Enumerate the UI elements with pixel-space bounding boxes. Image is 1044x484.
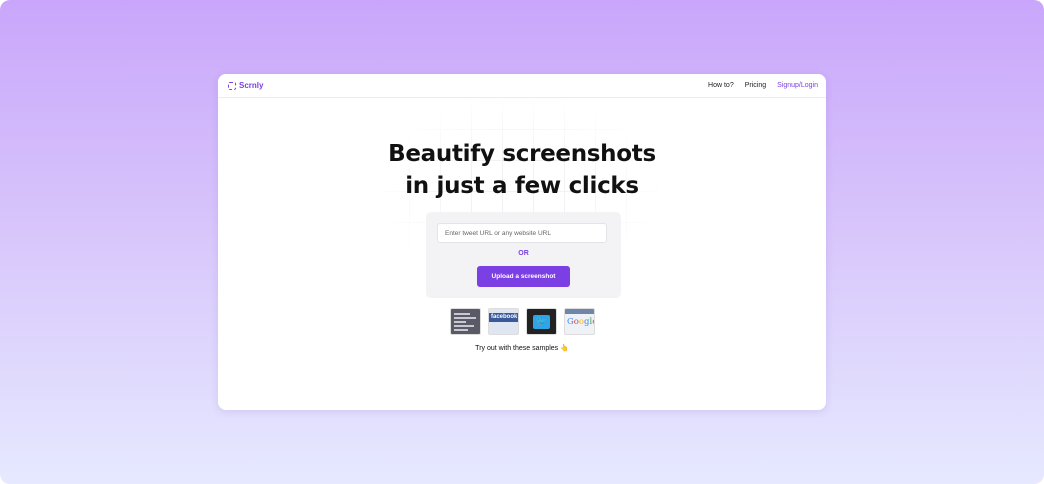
- sample-facebook-thumbnail[interactable]: facebook: [488, 308, 519, 335]
- top-nav: Scrnly How to? Pricing Signup/Login: [218, 74, 826, 98]
- sample-twitter-thumbnail[interactable]: 🐦: [526, 308, 557, 335]
- or-divider: OR: [518, 250, 529, 257]
- input-panel: Enter tweet URL or any website URL OR Up…: [426, 212, 621, 298]
- twitter-sample-icon: 🐦: [533, 314, 550, 329]
- google-sample-icon: Google: [567, 317, 594, 327]
- logo[interactable]: Scrnly: [228, 81, 263, 90]
- nav-signup-login-link[interactable]: Signup/Login: [777, 82, 818, 89]
- nav-how-to-link[interactable]: How to?: [708, 82, 734, 89]
- url-input[interactable]: Enter tweet URL or any website URL: [437, 223, 607, 243]
- nav-pricing-link[interactable]: Pricing: [745, 82, 766, 89]
- hero-title-line-2: in just a few clicks: [405, 173, 639, 199]
- logo-text: Scrnly: [239, 81, 264, 90]
- scrnly-logo-icon: [228, 81, 236, 90]
- samples-caption: Try out with these samples 👆: [475, 345, 569, 352]
- hero-title-line-1: Beautify screenshots: [388, 141, 656, 167]
- nav-links: How to? Pricing Signup/Login: [708, 82, 818, 89]
- sample-google-thumbnail[interactable]: Google: [564, 308, 595, 335]
- google-toolbar: [565, 309, 594, 314]
- sample-code-thumbnail[interactable]: [450, 308, 481, 335]
- app-window: Scrnly How to? Pricing Signup/Login Beau…: [218, 74, 826, 410]
- hero-title: Beautify screenshots in just a few click…: [218, 138, 826, 202]
- upload-screenshot-button[interactable]: Upload a screenshot: [477, 266, 570, 287]
- gradient-background: Scrnly How to? Pricing Signup/Login Beau…: [0, 0, 1044, 484]
- sample-thumbnails: facebook 🐦 Google: [450, 308, 595, 335]
- facebook-sample-icon: facebook: [489, 313, 518, 322]
